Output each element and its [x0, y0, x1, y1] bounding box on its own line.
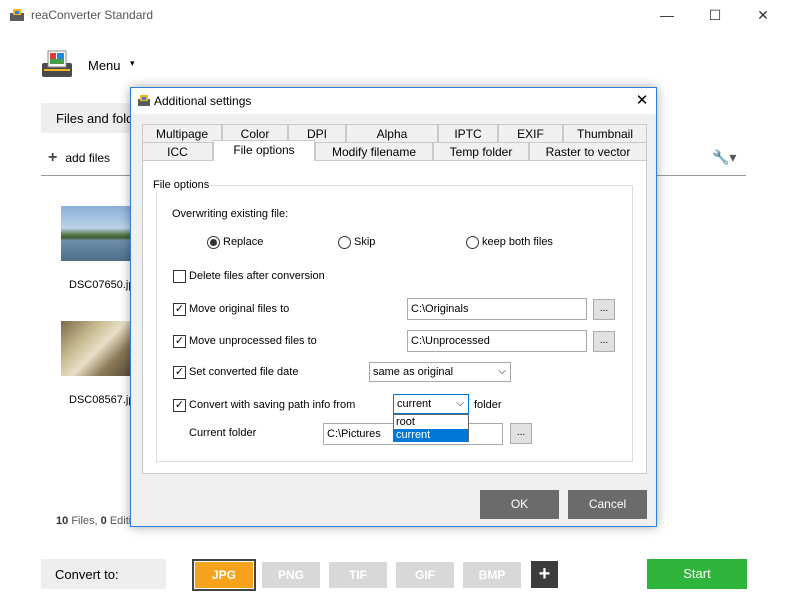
edits-count: 0 — [100, 515, 107, 527]
convert-path-checkbox[interactable]: ✓ — [173, 399, 186, 412]
convert-path-label[interactable]: Convert with saving path info from — [189, 399, 355, 411]
radio-keep-both[interactable] — [466, 236, 479, 249]
tab-iptc[interactable]: IPTC — [438, 124, 498, 142]
cancel-button[interactable]: Cancel — [568, 490, 647, 519]
move-original-browse-button[interactable]: ... — [593, 299, 615, 320]
radio-skip[interactable] — [338, 236, 351, 249]
tab-thumbnail[interactable]: Thumbnail — [563, 124, 647, 142]
move-unprocessed-path-input[interactable]: C:\Unprocessed — [407, 330, 587, 352]
move-unprocessed-label[interactable]: Move unprocessed files to — [189, 335, 317, 347]
path-source-dropdown: root current — [393, 414, 469, 442]
format-tif-button[interactable]: TIF — [329, 562, 387, 588]
tab-exif[interactable]: EXIF — [498, 124, 563, 142]
start-button[interactable]: Start — [647, 559, 747, 589]
current-folder-label: Current folder — [189, 427, 257, 439]
dropdown-option-root[interactable]: root — [394, 416, 468, 429]
set-date-select[interactable]: same as original ⌵ — [369, 362, 511, 382]
wrench-icon[interactable]: 🔧▾ — [712, 149, 736, 166]
minimize-icon[interactable]: — — [644, 0, 690, 31]
add-files-label: add files — [65, 151, 111, 165]
thumbnail-image[interactable] — [61, 321, 137, 376]
dialog-close-icon[interactable]: ✕ — [631, 90, 653, 112]
set-date-label[interactable]: Set converted file date — [189, 366, 298, 378]
file-count: 10 — [56, 515, 69, 527]
path-source-select[interactable]: current ⌵ — [393, 394, 469, 414]
move-original-label[interactable]: Move original files to — [189, 303, 289, 315]
delete-after-checkbox[interactable] — [173, 270, 186, 283]
menu-caret-icon[interactable]: ▾ — [130, 58, 135, 69]
add-format-button[interactable]: + — [531, 561, 558, 588]
tab-modify-filename[interactable]: Modify filename — [315, 142, 433, 160]
move-original-path-input[interactable]: C:\Originals — [407, 298, 587, 320]
delete-after-label[interactable]: Delete files after conversion — [189, 270, 325, 282]
close-icon[interactable]: ✕ — [740, 0, 786, 31]
move-unprocessed-checkbox[interactable]: ✓ — [173, 335, 186, 348]
dropdown-option-current[interactable]: current — [394, 429, 468, 442]
format-bmp-button[interactable]: BMP — [463, 562, 521, 588]
move-original-checkbox[interactable]: ✓ — [173, 303, 186, 316]
move-unprocessed-browse-button[interactable]: ... — [593, 331, 615, 352]
convert-to-label: Convert to: — [41, 559, 166, 589]
app-title: reaConverter Standard — [31, 8, 154, 22]
radio-keep-both-label[interactable]: keep both files — [482, 236, 553, 248]
menu-logo-icon[interactable] — [40, 47, 74, 81]
tab-multipage[interactable]: Multipage — [142, 124, 222, 142]
path-source-value: current — [397, 398, 432, 410]
app-icon — [10, 9, 24, 21]
app-titlebar: reaConverter Standard — ☐ ✕ — [0, 0, 786, 31]
additional-settings-dialog: Additional settings ✕ Multipage Color DP… — [130, 87, 657, 527]
ok-button[interactable]: OK — [480, 490, 559, 519]
radio-replace-label[interactable]: Replace — [223, 236, 263, 248]
format-jpg-button[interactable]: JPG — [192, 559, 256, 591]
dialog-app-icon — [138, 95, 150, 106]
menu-button[interactable]: Menu — [88, 58, 121, 73]
tab-file-options[interactable]: File options — [213, 140, 315, 161]
maximize-icon[interactable]: ☐ — [692, 0, 738, 31]
radio-skip-label[interactable]: Skip — [354, 236, 375, 248]
chevron-down-icon: ⌵ — [498, 366, 506, 377]
folder-suffix-label: folder — [474, 399, 502, 411]
plus-icon: + — [48, 149, 58, 166]
dialog-title: Additional settings — [154, 94, 252, 108]
set-date-checkbox[interactable]: ✓ — [173, 366, 186, 379]
files-label: Files, — [71, 515, 98, 527]
group-title: File options — [151, 179, 212, 191]
tab-temp-folder[interactable]: Temp folder — [433, 142, 529, 160]
tab-raster-to-vector[interactable]: Raster to vector — [529, 142, 647, 160]
format-gif-button[interactable]: GIF — [396, 562, 454, 588]
add-files-button[interactable]: + add files — [48, 149, 110, 167]
radio-replace[interactable] — [207, 236, 220, 249]
overwriting-label: Overwriting existing file: — [172, 208, 289, 220]
chevron-down-icon: ⌵ — [456, 398, 464, 409]
set-date-value: same as original — [373, 366, 454, 378]
current-folder-browse-button[interactable]: ... — [510, 423, 532, 444]
thumbnail-image[interactable] — [61, 206, 137, 261]
tab-icc[interactable]: ICC — [142, 142, 213, 160]
format-png-button[interactable]: PNG — [262, 562, 320, 588]
tab-alpha[interactable]: Alpha — [346, 124, 438, 142]
dialog-titlebar: Additional settings ✕ — [131, 88, 656, 114]
